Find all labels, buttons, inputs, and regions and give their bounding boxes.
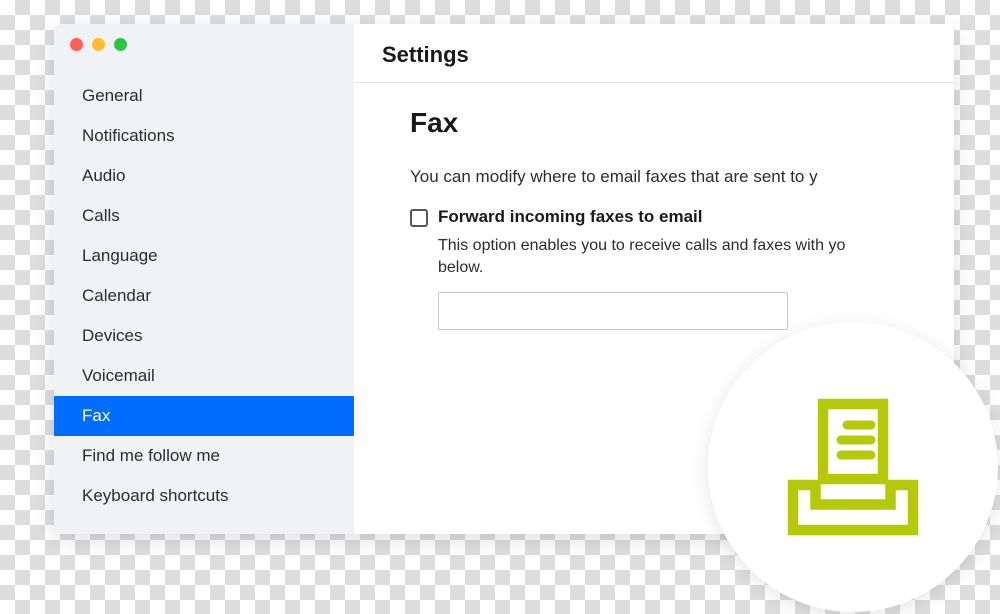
sidebar-item-label: Calls — [82, 206, 120, 225]
sidebar-item-audio[interactable]: Audio — [54, 156, 354, 196]
page-title: Settings — [382, 42, 926, 68]
sidebar-item-label: Language — [82, 246, 158, 265]
forward-faxes-checkbox[interactable] — [410, 209, 428, 227]
sidebar-item-label: Voicemail — [82, 366, 155, 385]
section-description: You can modify where to email faxes that… — [410, 167, 914, 187]
sidebar-item-general[interactable]: General — [54, 76, 354, 116]
sidebar-item-find-me-follow-me[interactable]: Find me follow me — [54, 436, 354, 476]
content: Fax You can modify where to email faxes … — [354, 83, 954, 350]
main-header: Settings — [354, 24, 954, 83]
sidebar-item-label: Devices — [82, 326, 142, 345]
sidebar-item-voicemail[interactable]: Voicemail — [54, 356, 354, 396]
forward-faxes-label[interactable]: Forward incoming faxes to email — [438, 207, 703, 227]
sidebar-item-label: Fax — [82, 406, 110, 425]
sidebar-item-keyboard-shortcuts[interactable]: Keyboard shortcuts — [54, 476, 354, 516]
section-title: Fax — [410, 107, 914, 139]
close-window-button[interactable] — [70, 38, 83, 51]
minimize-window-button[interactable] — [92, 38, 105, 51]
sidebar-item-label: Find me follow me — [82, 446, 220, 465]
sidebar-item-notifications[interactable]: Notifications — [54, 116, 354, 156]
sidebar-item-label: General — [82, 86, 142, 105]
fax-tray-icon — [778, 392, 928, 542]
sidebar-item-label: Calendar — [82, 286, 151, 305]
forward-faxes-description: This option enables you to receive calls… — [438, 235, 914, 280]
sidebar-item-label: Keyboard shortcuts — [82, 486, 228, 505]
sidebar-item-language[interactable]: Language — [54, 236, 354, 276]
maximize-window-button[interactable] — [114, 38, 127, 51]
sidebar-item-calls[interactable]: Calls — [54, 196, 354, 236]
forward-faxes-row: Forward incoming faxes to email — [410, 207, 914, 227]
sidebar-item-fax[interactable]: Fax — [54, 396, 354, 436]
settings-sidebar: General Notifications Audio Calls Language Ca… — [54, 24, 354, 534]
sidebar-item-label: Notifications — [82, 126, 175, 145]
sidebar-item-calendar[interactable]: Calendar — [54, 276, 354, 316]
fax-badge — [708, 322, 998, 612]
sidebar-item-label: Audio — [82, 166, 125, 185]
forward-email-input[interactable] — [438, 292, 788, 330]
sidebar-item-devices[interactable]: Devices — [54, 316, 354, 356]
window-controls — [70, 38, 127, 51]
